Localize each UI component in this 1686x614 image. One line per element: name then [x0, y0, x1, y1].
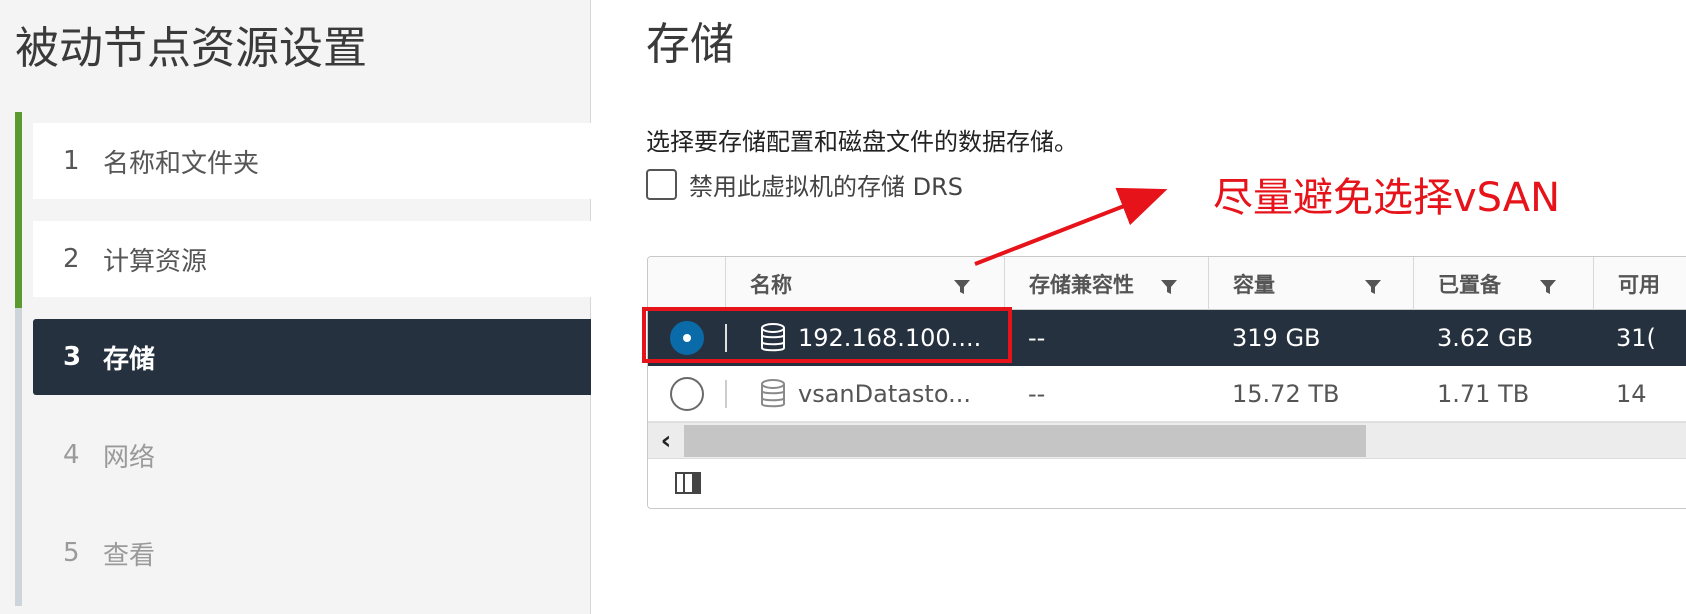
- cell-compatibility: --: [1028, 380, 1046, 408]
- grid-header: 名称 存储兼容性 容量 已置备 可用: [648, 257, 1686, 310]
- row-divider: [725, 380, 727, 408]
- column-title: 可用: [1618, 272, 1660, 297]
- cell-capacity: 15.72 TB: [1232, 380, 1340, 408]
- cell-free: 14: [1616, 380, 1647, 408]
- wizard-sidebar: 被动节点资源设置 1 名称和文件夹 2 计算资源 3 存储 4 网络 5 查看: [0, 0, 591, 614]
- step-label: 存储: [103, 344, 156, 375]
- disable-drs-label[interactable]: 禁用此虚拟机的存储 DRS: [689, 167, 963, 202]
- step-number: 1: [63, 146, 80, 176]
- step-label: 查看: [103, 540, 156, 571]
- disable-drs-row[interactable]: 禁用此虚拟机的存储 DRS: [646, 167, 963, 202]
- column-title: 已置备: [1438, 272, 1501, 297]
- column-header-free[interactable]: 可用: [1593, 257, 1686, 310]
- step-number: 3: [63, 342, 82, 372]
- column-header-provisioned[interactable]: 已置备: [1413, 257, 1593, 310]
- step-label: 计算资源: [103, 246, 208, 277]
- step-label: 名称和文件夹: [103, 148, 260, 179]
- cell-free: 31(: [1616, 324, 1656, 352]
- row-radio[interactable]: [670, 377, 704, 411]
- table-row[interactable]: vsanDatasto... -- 15.72 TB 1.71 TB 14: [648, 366, 1686, 422]
- column-toggle-icon[interactable]: [674, 471, 702, 495]
- database-icon: [761, 379, 785, 408]
- step-number: 2: [63, 244, 80, 274]
- filter-icon[interactable]: [1363, 277, 1383, 297]
- wizard-step-review: 5 查看: [33, 515, 591, 591]
- scroll-left-arrow-icon[interactable]: ‹: [648, 423, 684, 459]
- wizard-step-name-folder[interactable]: 1 名称和文件夹: [33, 123, 591, 199]
- column-header-name[interactable]: 名称: [725, 257, 1004, 310]
- wizard-title: 被动节点资源设置: [15, 23, 367, 74]
- cell-capacity: 319 GB: [1232, 324, 1321, 352]
- annotation-text: 尽量避免选择vSAN: [1213, 175, 1561, 221]
- annotation-highlight-box: [642, 307, 1012, 363]
- wizard-step-network: 4 网络: [33, 417, 591, 493]
- step-number: 5: [63, 538, 80, 568]
- page-title: 存储: [646, 19, 734, 70]
- column-header-compatibility[interactable]: 存储兼容性: [1004, 257, 1208, 310]
- scroll-thumb[interactable]: [684, 425, 1366, 457]
- column-title: 名称: [750, 272, 792, 297]
- cell-compatibility: --: [1028, 324, 1046, 352]
- column-title: 存储兼容性: [1029, 272, 1134, 297]
- disable-drs-checkbox[interactable]: [646, 169, 677, 200]
- column-header-capacity[interactable]: 容量: [1208, 257, 1413, 310]
- cell-provisioned: 1.71 TB: [1437, 380, 1530, 408]
- column-title: 容量: [1233, 272, 1275, 297]
- wizard-step-storage[interactable]: 3 存储: [33, 319, 591, 395]
- progress-complete-bar: [15, 112, 22, 308]
- datastore-grid: 名称 存储兼容性 容量 已置备 可用 192.168.100.... -- 31…: [647, 256, 1686, 509]
- filter-icon[interactable]: [1159, 277, 1179, 297]
- filter-icon[interactable]: [1538, 277, 1558, 297]
- grid-footer: [648, 458, 1686, 508]
- horizontal-scrollbar[interactable]: ‹: [648, 422, 1686, 458]
- step-number: 4: [63, 440, 80, 470]
- step-label: 网络: [103, 442, 156, 473]
- storage-description: 选择要存储配置和磁盘文件的数据存储。: [646, 128, 1078, 156]
- cell-provisioned: 3.62 GB: [1437, 324, 1534, 352]
- filter-icon[interactable]: [952, 277, 972, 297]
- wizard-step-compute-resource[interactable]: 2 计算资源: [33, 221, 591, 297]
- cell-name: vsanDatasto...: [798, 380, 971, 408]
